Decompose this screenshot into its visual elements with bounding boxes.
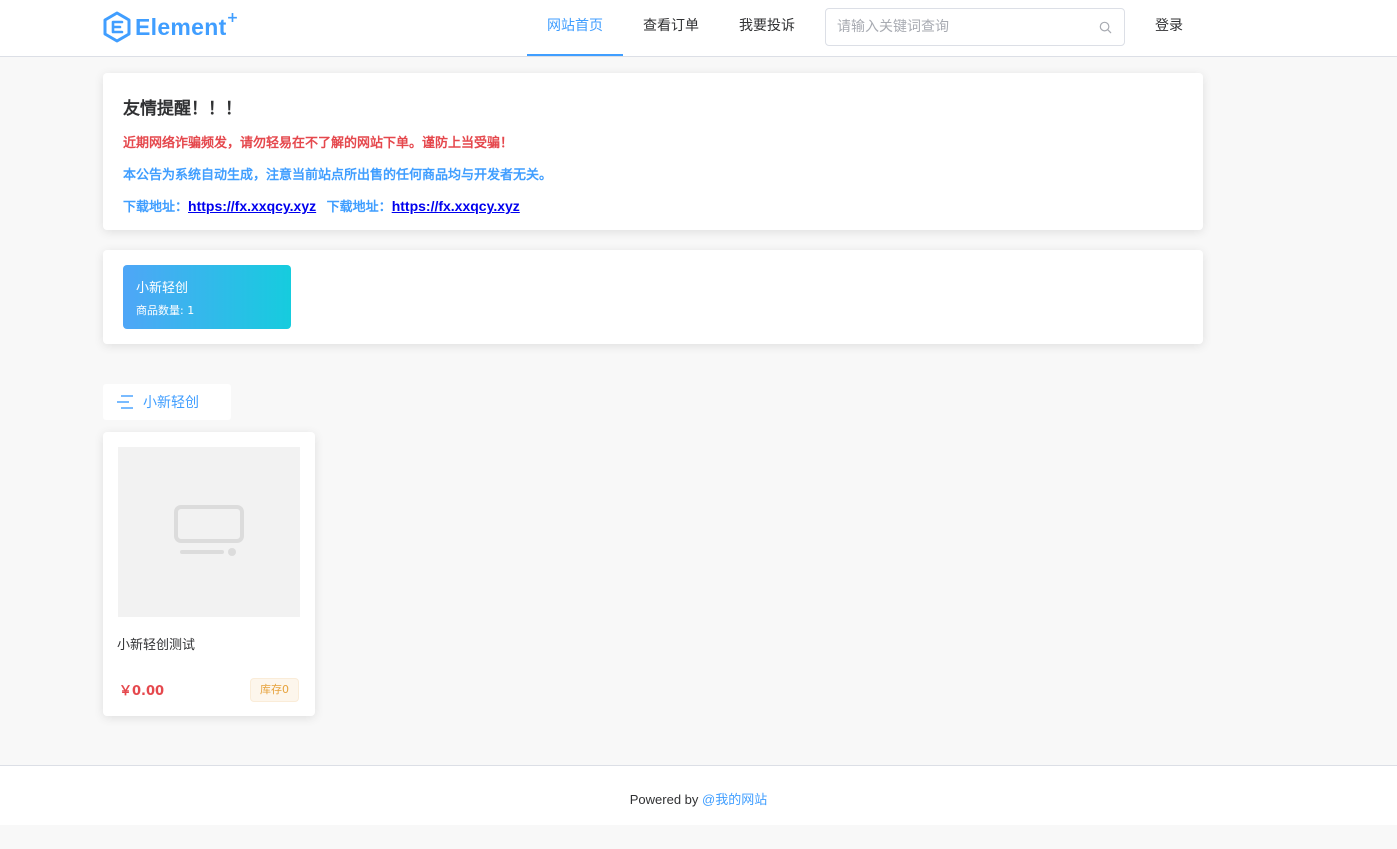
login-link[interactable]: 登录 — [1155, 0, 1183, 52]
notice-title: 友情提醒！！！ — [123, 99, 242, 119]
nav-complaint[interactable]: 我要投诉 — [729, 0, 805, 56]
notice-disclaimer: 本公告为系统自动生成，注意当前站点所出售的任何商品均与开发者无关。 — [123, 168, 553, 183]
category-card: 小新轻创 商品数量: 1 — [103, 250, 1203, 344]
image-placeholder-icon — [174, 505, 244, 556]
site-link[interactable]: @我的网站 — [702, 792, 767, 807]
category-name: 小新轻创 — [136, 281, 189, 296]
logo[interactable]: Element + — [102, 10, 239, 43]
download-link[interactable]: https://fx.xxqcy.xyz — [188, 198, 316, 214]
notice-card: 友情提醒！！！ 近期网络诈骗频发，请勿轻易在不了解的网站下单。谨防上当受骗！ 本… — [103, 73, 1203, 230]
logo-text: Element — [135, 13, 227, 40]
download-link[interactable]: https://fx.xxqcy.xyz — [392, 198, 520, 214]
search-icon[interactable] — [1099, 21, 1112, 34]
section-tab[interactable]: 小新轻创 — [103, 384, 231, 420]
stock-badge: 库存0 — [250, 678, 299, 702]
powered-by-text: Powered by — [629, 792, 703, 807]
element-logo-icon — [103, 11, 131, 43]
category-count: 商品数量: 1 — [136, 304, 195, 317]
category-chip[interactable]: 小新轻创 商品数量: 1 — [123, 265, 291, 329]
product-price: ￥0.00 — [119, 684, 165, 699]
download-links: 下载地址：https://fx.xxqcy.xyz 下载地址：https://f… — [123, 196, 1183, 215]
download-label: 下载地址： — [123, 200, 189, 215]
footer: Powered by @我的网站 — [0, 765, 1397, 825]
search-input[interactable] — [837, 10, 1092, 44]
search-box — [825, 8, 1125, 46]
product-name: 小新轻创测试 — [117, 638, 196, 653]
logo-plus: + — [226, 10, 239, 26]
menu-list-icon — [117, 395, 133, 409]
product-card[interactable]: 小新轻创测试 ￥0.00 库存0 — [103, 432, 315, 716]
section-title: 小新轻创 — [143, 395, 199, 411]
product-image-placeholder — [118, 447, 300, 617]
nav-home[interactable]: 网站首页 — [527, 0, 623, 56]
top-header: Element + 网站首页 查看订单 我要投诉 登录 — [0, 0, 1397, 57]
notice-warning: 近期网络诈骗频发，请勿轻易在不了解的网站下单。谨防上当受骗！ — [123, 136, 514, 151]
download-label: 下载地址： — [326, 200, 392, 215]
nav-orders[interactable]: 查看订单 — [633, 0, 709, 56]
